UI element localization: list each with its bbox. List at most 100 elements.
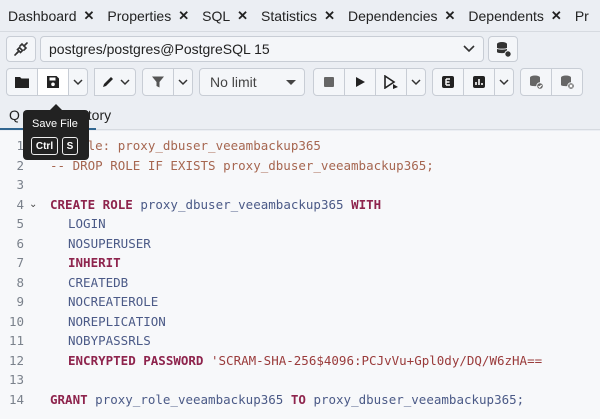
bar-chart-icon [473, 76, 485, 88]
stop-icon [324, 77, 334, 87]
close-icon[interactable]: ✕ [444, 8, 455, 24]
transaction-group [520, 68, 583, 96]
open-file-button[interactable] [6, 68, 38, 96]
role-name: proxy_dbuser_veeambackup365 [140, 197, 344, 212]
save-icon [47, 76, 59, 88]
database-check-icon [530, 75, 544, 90]
line-number: 2 [16, 158, 24, 173]
keyword: WITH [351, 197, 382, 212]
execute-options-button[interactable] [406, 68, 426, 96]
commit-button[interactable] [520, 68, 552, 96]
connection-options-button[interactable] [488, 36, 518, 62]
line-number: 6 [16, 236, 24, 251]
database-rollback-icon [561, 75, 575, 90]
line-number: 11 [8, 333, 24, 348]
connection-status-button[interactable] [6, 36, 36, 62]
close-icon[interactable]: ✕ [178, 8, 189, 24]
tab-label: Dependencies [347, 8, 438, 24]
code-line-9: NOCREATEROLE [68, 294, 159, 309]
explain-analyze-button[interactable] [432, 68, 464, 96]
line-number: 5 [16, 216, 24, 231]
keyword: CREATE ROLE [50, 197, 133, 212]
code-line-14: GRANT proxy_role_veeambackup365 TO proxy… [50, 392, 524, 407]
chevron-down-icon [463, 45, 475, 53]
execute-group [313, 68, 426, 96]
comment-text: Role: proxy_dbuser_veeambackup365 [72, 138, 321, 153]
folder-icon [15, 77, 29, 88]
line-number: 13 [8, 372, 24, 387]
chart-button[interactable] [463, 68, 495, 96]
explain-group [432, 68, 514, 96]
keyword: TO [290, 392, 306, 407]
tab-dependencies[interactable]: Dependencies ✕ [340, 0, 460, 31]
query-toolbar: No limit [6, 68, 589, 96]
panel-tab-bar: Dashboard ✕ Properties ✕ SQL ✕ Statistics ✕ … [0, 0, 600, 32]
tab-label: Dependents [468, 8, 544, 24]
line-number: 1 [16, 138, 24, 153]
explain-options-button[interactable] [494, 68, 514, 96]
tab-statistics[interactable]: Statistics ✕ [253, 0, 340, 31]
save-options-button[interactable] [68, 68, 88, 96]
connection-value: postgres/postgres@PostgreSQL 15 [49, 41, 270, 57]
filter-options-button[interactable] [173, 68, 193, 96]
tab-label: SQL [202, 8, 231, 24]
tab-query-tool[interactable]: Pr [567, 0, 594, 31]
tab-properties[interactable]: Properties ✕ [99, 0, 194, 31]
edit-button[interactable] [94, 68, 136, 96]
filter-button[interactable] [142, 68, 174, 96]
tab-dashboard[interactable]: Dashboard ✕ [0, 0, 99, 31]
explain-button[interactable] [375, 68, 407, 96]
code-line-11: NOBYPASSRLS [68, 333, 151, 348]
code-line-4: CREATE ROLE proxy_dbuser_veeambackup365 … [50, 197, 381, 212]
code-line-6: NOSUPERUSER [68, 236, 151, 251]
close-icon[interactable]: ✕ [551, 8, 562, 24]
rollback-button[interactable] [551, 68, 583, 96]
line-number: 10 [8, 314, 24, 329]
fold-chevron-icon[interactable]: ⌄ [29, 199, 37, 210]
close-icon[interactable]: ✕ [324, 8, 335, 24]
explain-e-icon [442, 76, 454, 88]
keyword: GRANT [50, 392, 88, 407]
line-number: 3 [16, 177, 24, 192]
caret-down-icon [286, 79, 296, 85]
user-name: proxy_dbuser_veeambackup365; [313, 392, 525, 407]
execute-button[interactable] [344, 68, 376, 96]
stop-button[interactable] [313, 68, 345, 96]
connection-row: postgres/postgres@PostgreSQL 15 [6, 36, 518, 62]
save-file-button[interactable] [37, 68, 69, 96]
line-number-gutter: 1 2 3 4 ⌄ 5 6 7 8 9 10 11 12 13 14 [0, 131, 44, 419]
rows-limit-value: No limit [210, 74, 257, 90]
tab-sql[interactable]: SQL ✕ [194, 0, 253, 31]
connection-select[interactable]: postgres/postgres@PostgreSQL 15 [40, 36, 484, 62]
tab-label: Properties [107, 8, 172, 24]
line-number: 8 [16, 275, 24, 290]
code-line-1: -- Role: proxy_dbuser_veeambackup365 [50, 138, 321, 153]
save-file-tooltip: Save File Ctrl S [23, 104, 89, 160]
play-icon [356, 77, 365, 87]
chevron-down-icon [499, 78, 509, 85]
role-name: proxy_role_veeambackup365 [95, 392, 284, 407]
code-line-7: INHERIT [68, 255, 121, 270]
edit-group [94, 68, 136, 96]
code-line-5: LOGIN [68, 216, 106, 231]
tab-dependents[interactable]: Dependents ✕ [460, 0, 566, 31]
database-settings-icon [496, 42, 512, 58]
close-icon[interactable]: ✕ [84, 8, 95, 24]
line-number: 9 [16, 294, 24, 309]
line-number: 7 [16, 255, 24, 270]
shortcut-key-s: S [62, 137, 78, 155]
rows-limit-select[interactable]: No limit [199, 68, 305, 96]
sql-editor[interactable]: 1 2 3 4 ⌄ 5 6 7 8 9 10 11 12 13 14 -- Ro… [0, 131, 600, 419]
chevron-down-icon [178, 78, 188, 85]
unplugged-icon [14, 42, 28, 56]
tab-label: Pr [574, 8, 589, 24]
code-line-2: -- DROP ROLE IF EXISTS proxy_dbuser_veea… [50, 158, 434, 173]
tab-query[interactable]: Q [9, 107, 20, 123]
keyword: ENCRYPTED PASSWORD [68, 353, 204, 368]
tab-label: Statistics [261, 8, 318, 24]
query-editor-tabs: Q ry History [0, 102, 600, 130]
code-line-8: CREATEDB [68, 275, 129, 290]
pencil-icon [102, 77, 113, 87]
close-icon[interactable]: ✕ [237, 8, 248, 24]
chevron-down-icon [411, 78, 421, 85]
